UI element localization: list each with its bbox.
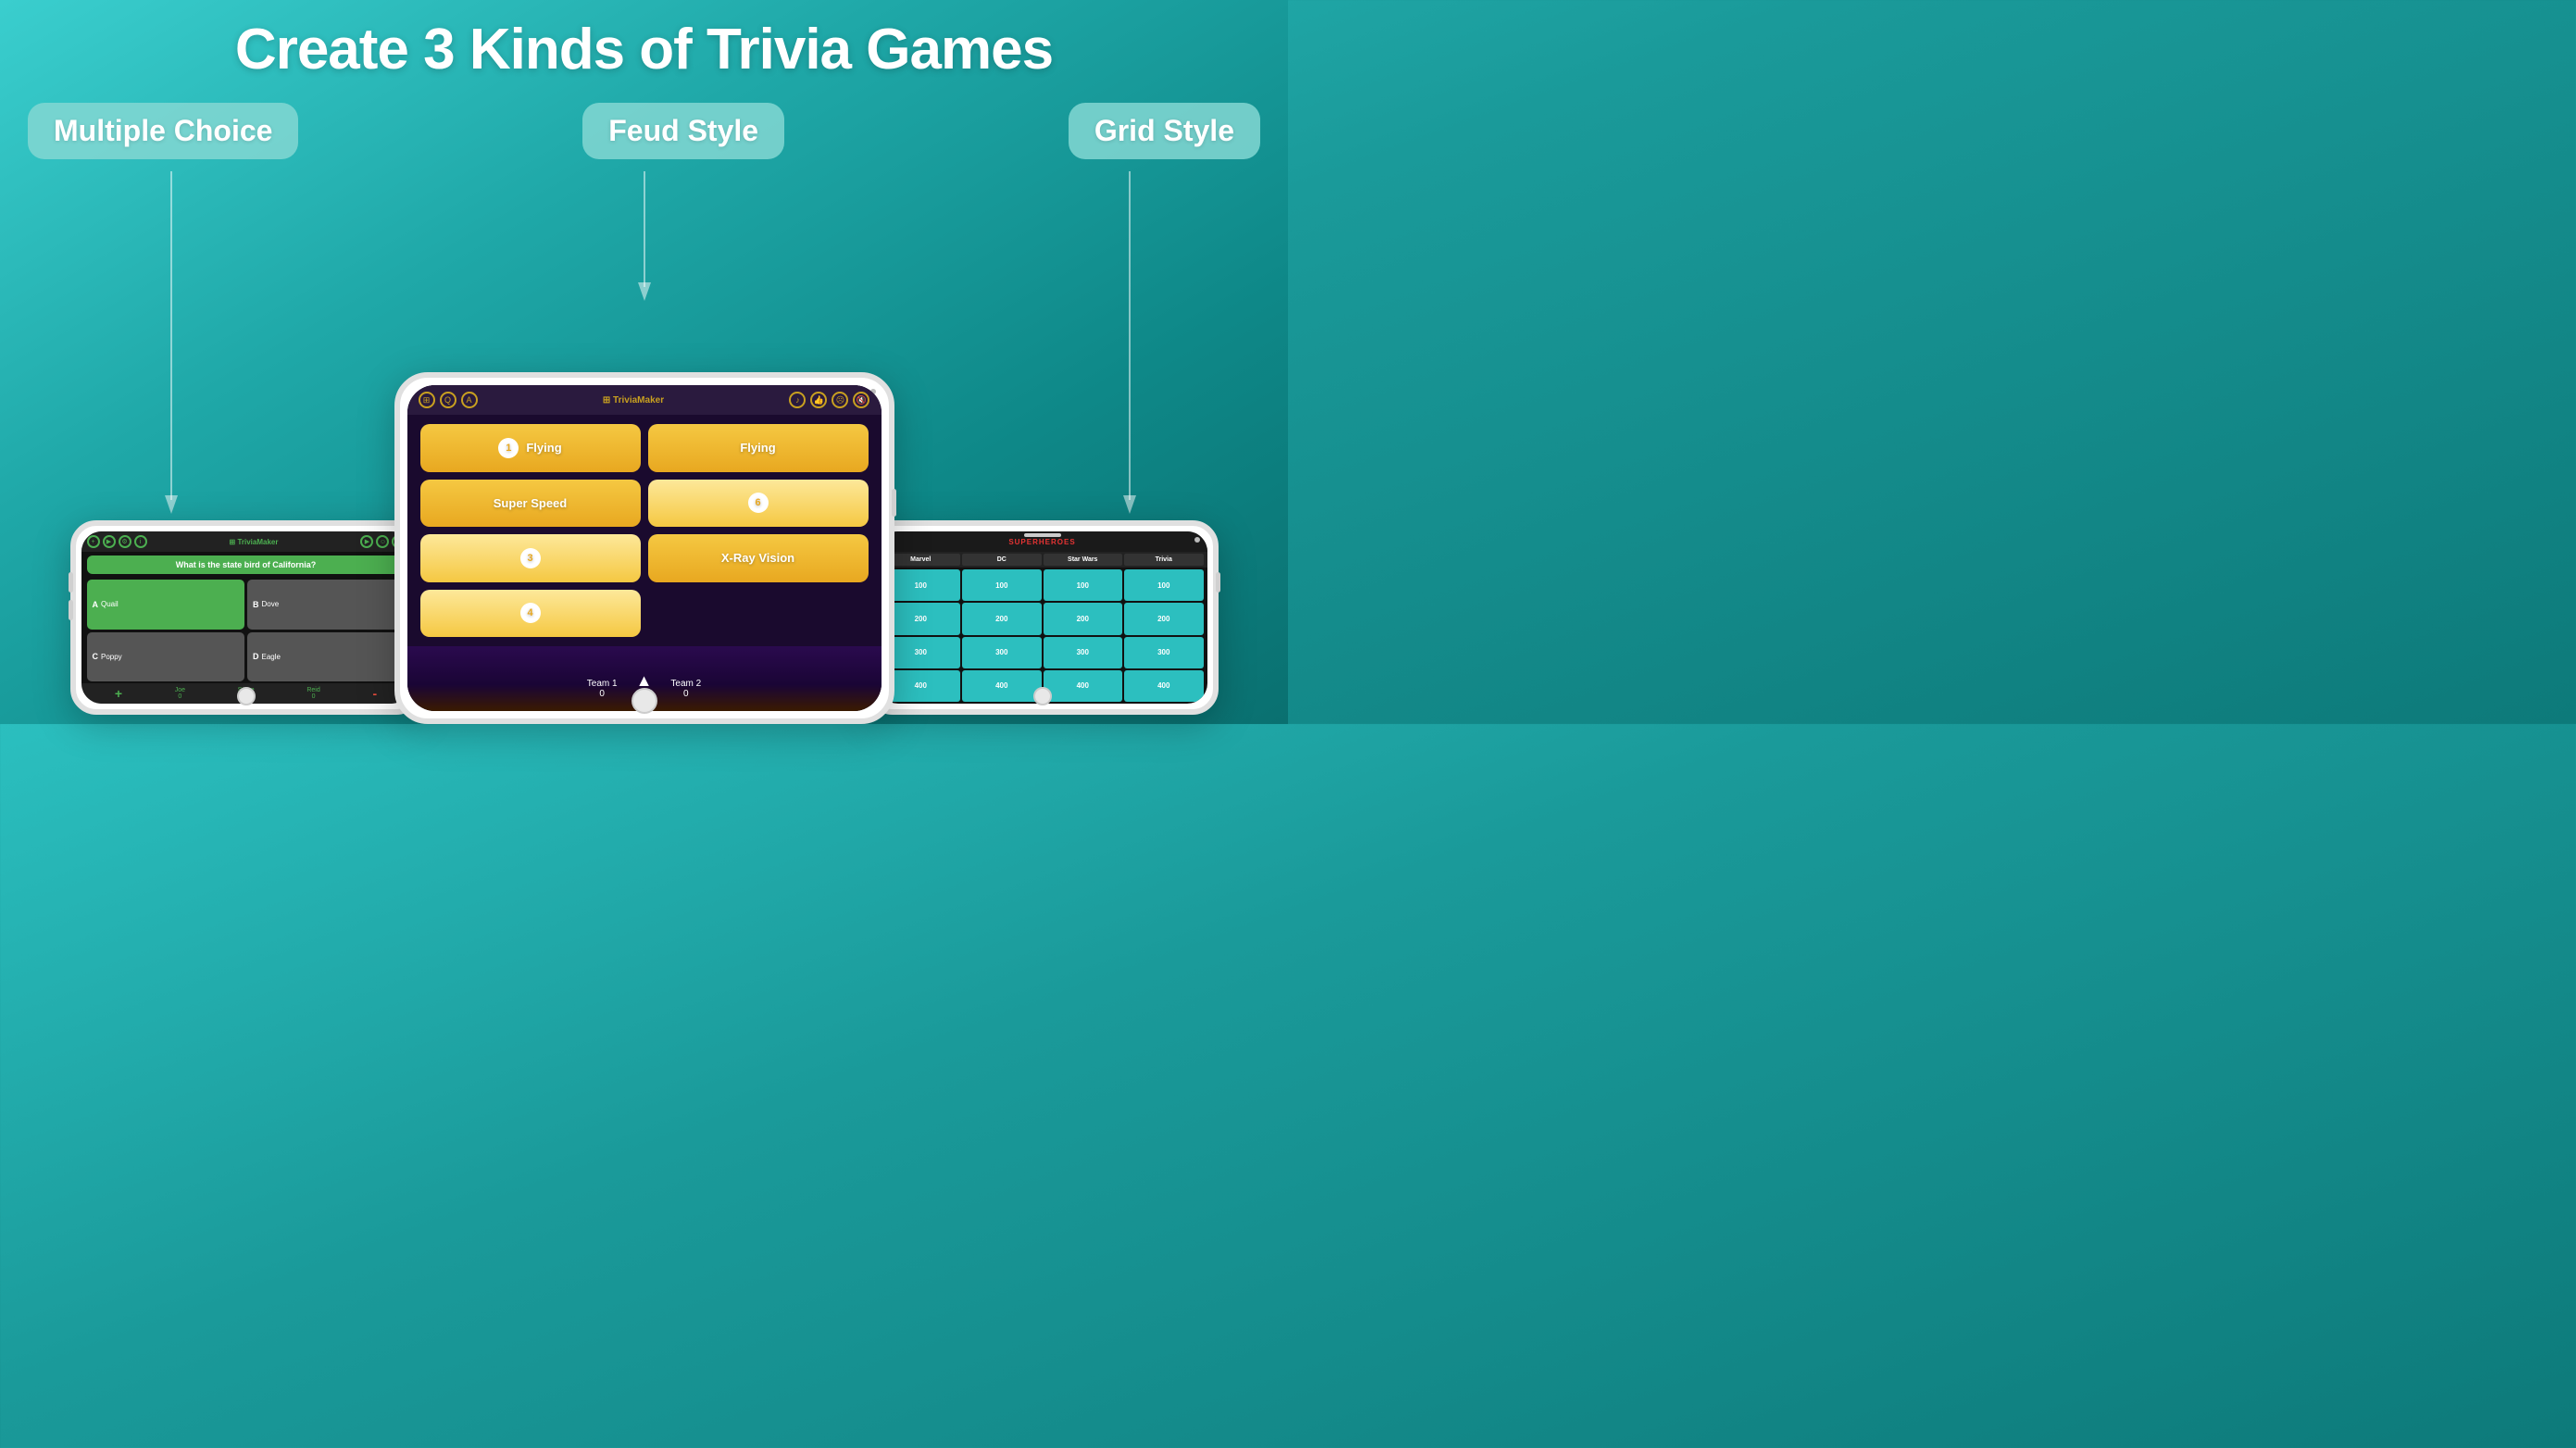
center-tablet: ⊞ Q A ⊞ TriviaMaker ♪ 👍 ☹ 🔇 (394, 372, 894, 724)
feud-answer-6[interactable]: 6 (648, 480, 869, 528)
grid-cell-sw-300[interactable]: 300 (1044, 637, 1123, 668)
mc-right-icon-1[interactable]: ▶ (360, 535, 373, 548)
mc-right-icon-2[interactable]: ☺ (376, 535, 389, 548)
feud-answer-4[interactable]: 4 (420, 590, 641, 638)
feud-answer-xray[interactable]: X-Ray Vision (648, 534, 869, 582)
grid-header-starwars: Star Wars (1044, 554, 1123, 566)
left-phone: + ▶ ⚙ i ⊞ TriviaMaker ▶ ☺ ✕ What is the … (70, 520, 422, 715)
grid-style-label: Grid Style (1069, 103, 1260, 159)
feud-app-logo: ⊞ TriviaMaker (603, 395, 664, 406)
mc-answer-c[interactable]: C Poppy (87, 632, 245, 682)
mc-app-logo: ⊞ TriviaMaker (230, 538, 279, 546)
right-phone: SUPERHEROES Marvel DC Star Wars Trivia 1… (867, 520, 1219, 715)
grid-cell-sw-100[interactable]: 100 (1044, 569, 1123, 601)
mc-minus-btn[interactable]: - (372, 686, 377, 701)
feud-answer-super-speed[interactable]: Super Speed (420, 480, 641, 528)
mc-icon-3[interactable]: ⚙ (119, 535, 131, 548)
mc-answer-b[interactable]: B Dove (247, 580, 406, 630)
grid-cell-trivia-200[interactable]: 200 (1124, 603, 1204, 634)
mc-icon-1[interactable]: + (87, 535, 100, 548)
mc-answer-d[interactable]: D Eagle (247, 632, 406, 682)
grid-app-logo: SUPERHEROES (1008, 538, 1075, 546)
grid-cell-dc-300[interactable]: 300 (962, 637, 1042, 668)
mc-icon-2[interactable]: ▶ (103, 535, 116, 548)
feud-icon-mute[interactable]: 🔇 (853, 392, 869, 408)
mc-question-box: What is the state bird of California? (87, 555, 406, 574)
mc-answer-a[interactable]: A Quail (87, 580, 245, 630)
feud-icon-q[interactable]: Q (440, 392, 456, 408)
grid-cell-trivia-400[interactable]: 400 (1124, 670, 1204, 702)
mc-icon-4[interactable]: i (134, 535, 147, 548)
feud-icon-music[interactable]: ♪ (789, 392, 806, 408)
grid-cell-dc-400[interactable]: 400 (962, 670, 1042, 702)
mc-player-joe: Joe 0 (175, 687, 185, 700)
grid-cell-sw-400[interactable]: 400 (1044, 670, 1123, 702)
feud-icon-thumb[interactable]: 👍 (810, 392, 827, 408)
grid-header-trivia: Trivia (1124, 554, 1204, 566)
multiple-choice-label: Multiple Choice (28, 103, 298, 159)
feud-icon-a[interactable]: A (461, 392, 478, 408)
grid-cell-trivia-100[interactable]: 100 (1124, 569, 1204, 601)
grid-cell-dc-100[interactable]: 100 (962, 569, 1042, 601)
main-title: Create 3 Kinds of Trivia Games (0, 0, 1288, 82)
grid-header-dc: DC (962, 554, 1042, 566)
grid-cell-sw-200[interactable]: 200 (1044, 603, 1123, 634)
feud-answer-1[interactable]: 1 Flying (420, 424, 641, 472)
feud-icon-grid[interactable]: ⊞ (419, 392, 435, 408)
grid-cell-trivia-300[interactable]: 300 (1124, 637, 1204, 668)
feud-icon-sad[interactable]: ☹ (832, 392, 848, 408)
feud-answer-flying[interactable]: Flying (648, 424, 869, 472)
feud-answer-3[interactable]: 3 (420, 534, 641, 582)
feud-team1: Team 1 0 (587, 679, 618, 699)
feud-team2: Team 2 0 (670, 679, 701, 699)
mc-player-reid: Reid 0 (306, 687, 319, 700)
mc-plus-btn[interactable]: + (115, 686, 122, 701)
feud-style-label: Feud Style (582, 103, 784, 159)
grid-cell-dc-200[interactable]: 200 (962, 603, 1042, 634)
